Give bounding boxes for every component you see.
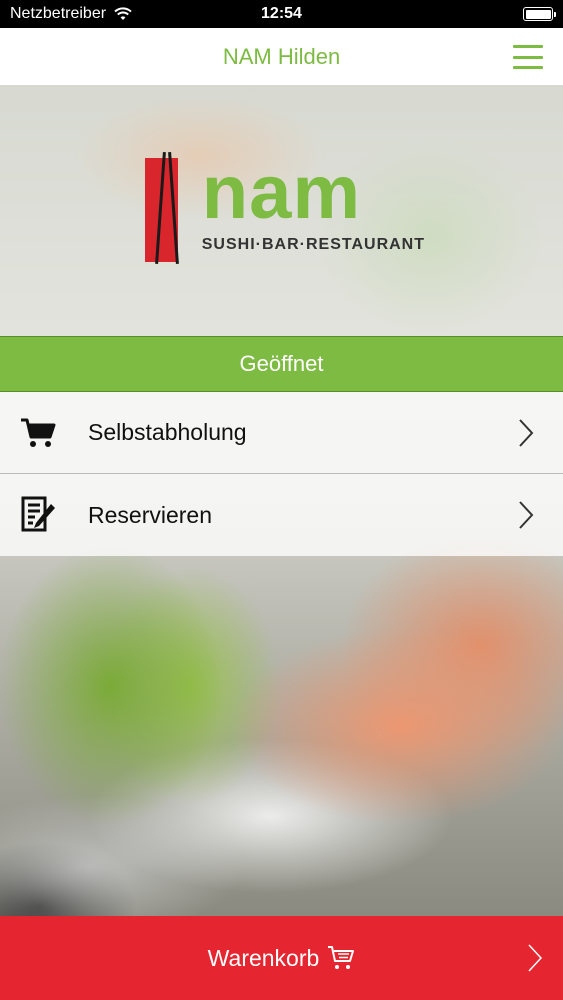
battery-level [525,9,551,19]
cart-icon [328,946,355,969]
hamburger-icon-line [513,55,543,59]
open-status-bar: Geöffnet [0,336,563,392]
status-left: Netzbetreiber [10,5,132,23]
cart-label: Warenkorb [207,944,320,971]
chevron-right-icon [519,418,534,447]
wifi-icon [114,7,132,20]
cart-button[interactable]: Warenkorb [0,916,563,1000]
menu-item-label: Selbstabholung [88,419,247,445]
logo-subtitle: SUSHI·BAR·RESTAURANT [201,236,425,253]
battery-icon [523,7,556,21]
open-status-label: Geöffnet [239,351,324,376]
logo-text: nam SUSHI·BAR·RESTAURANT [201,150,425,254]
restaurant-logo: nam SUSHI·BAR·RESTAURANT [145,150,425,264]
chopsticks-logo-icon [145,152,179,264]
menu-item-reserve[interactable]: Reservieren [0,474,563,556]
chopstick [155,152,166,264]
chevron-right-icon [528,944,543,972]
status-bar: Netzbetreiber 12:54 [0,0,563,28]
logo-word: nam [201,150,362,235]
chevron-right-icon [519,501,534,529]
menu-item-label: Reservieren [88,501,212,528]
hamburger-icon-line [513,45,543,48]
page-title: NAM Hilden [222,43,341,69]
edit-document-icon [18,495,58,535]
menu-item-pickup[interactable]: Selbstabholung [0,392,563,474]
cart-icon [18,413,58,453]
carrier-name: Netzbetreiber [10,5,107,22]
hamburger-menu-button[interactable] [513,45,543,69]
hamburger-icon-line [513,66,543,69]
chopstick [168,152,179,264]
nav-bar: NAM Hilden [0,28,563,86]
